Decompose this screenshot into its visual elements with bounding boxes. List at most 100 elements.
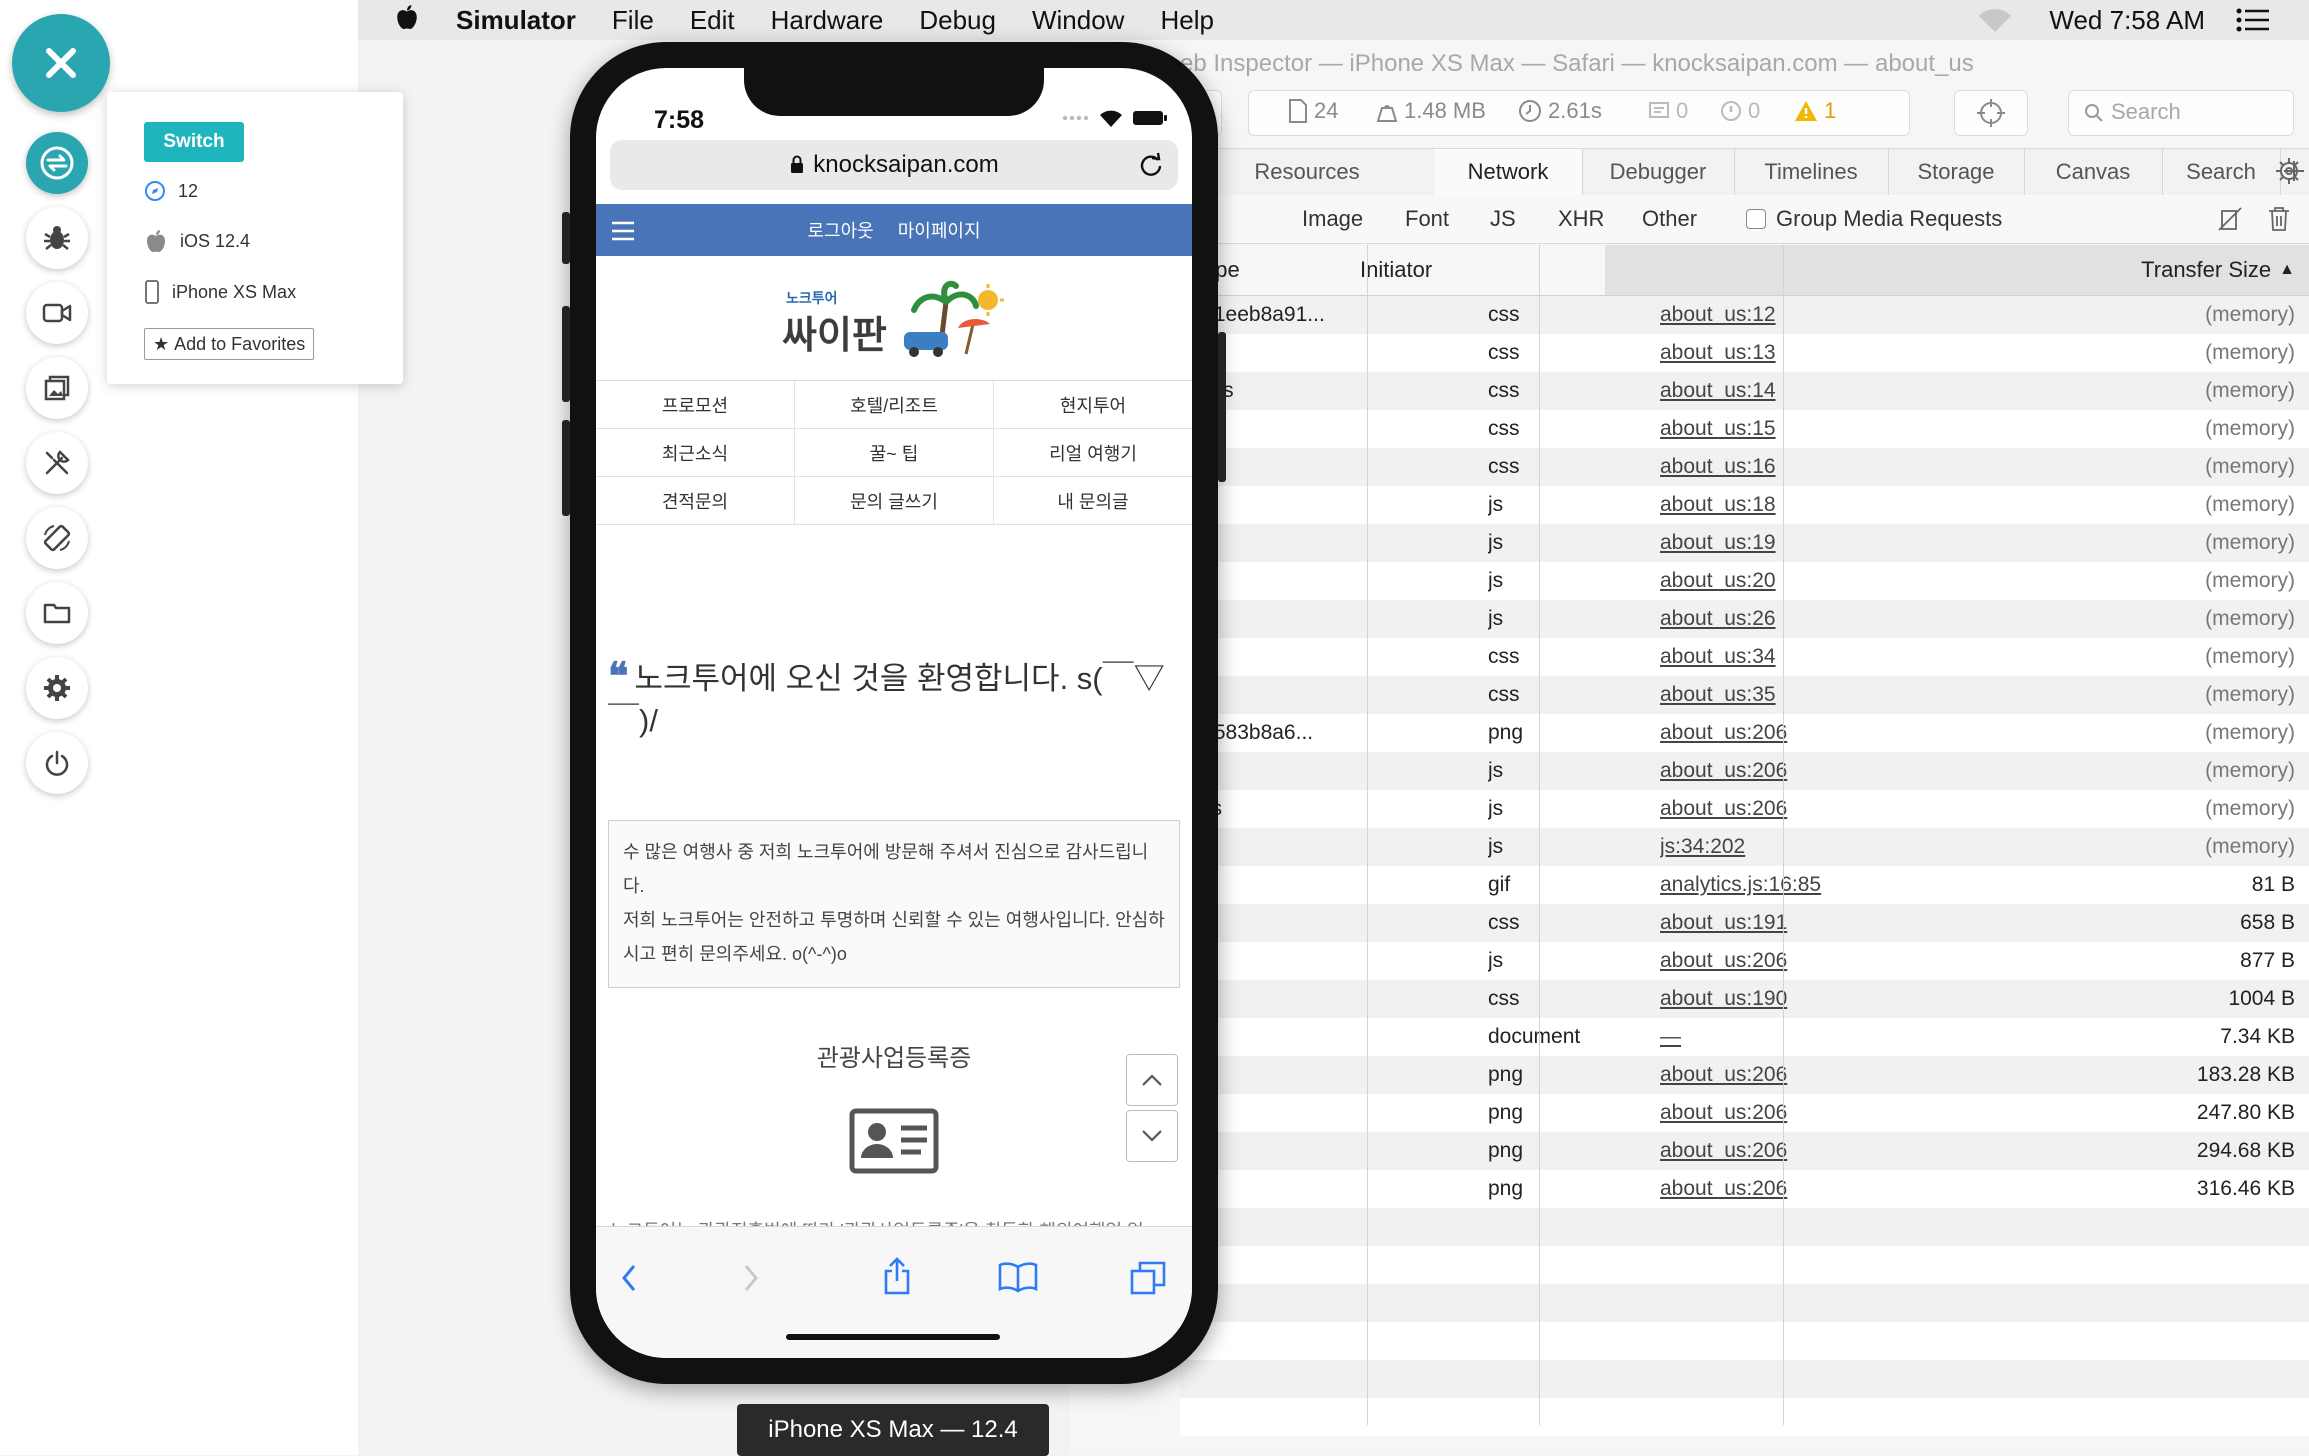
- cell-initiator[interactable]: about_us:20: [1660, 562, 1890, 600]
- table-row[interactable]: js about_us:19 (memory): [1180, 524, 2309, 562]
- table-row[interactable]: css about_us:191 658 B: [1180, 904, 2309, 942]
- table-row[interactable]: js about_us:26 (memory): [1180, 600, 2309, 638]
- add-to-favorites-button[interactable]: ★ Add to Favorites: [144, 328, 315, 360]
- log-count[interactable]: 0: [1648, 98, 1688, 124]
- tabs-icon[interactable]: [1130, 1261, 1166, 1295]
- resource-count[interactable]: 24: [1288, 98, 1338, 124]
- inspector-search-field[interactable]: Search: [2068, 90, 2294, 136]
- cell-initiator[interactable]: about_us:206: [1660, 1132, 1890, 1170]
- table-row[interactable]: png about_us:206 183.28 KB: [1180, 1056, 2309, 1094]
- nav-tips[interactable]: 꿀~ 팁: [795, 429, 994, 477]
- debug-button[interactable]: [26, 207, 88, 269]
- filter-font[interactable]: Font: [1405, 195, 1449, 243]
- menu-window[interactable]: Window: [1032, 5, 1124, 36]
- share-icon[interactable]: [882, 1257, 912, 1295]
- mypage-link[interactable]: 마이페이지: [898, 217, 981, 243]
- error-count[interactable]: 0: [1720, 98, 1760, 124]
- table-row[interactable]: gif analytics.js:16:85 81 B: [1180, 866, 2309, 904]
- cell-initiator[interactable]: about_us:206: [1660, 714, 1890, 752]
- cell-initiator[interactable]: about_us:206: [1660, 1170, 1890, 1208]
- close-button[interactable]: [12, 14, 110, 112]
- switch-button[interactable]: Switch: [144, 122, 244, 162]
- filter-image[interactable]: Image: [1302, 195, 1363, 243]
- inspector-settings-icon[interactable]: [2274, 156, 2304, 191]
- table-row[interactable]: png about_us:206 316.46 KB: [1180, 1170, 2309, 1208]
- nav-local-tour[interactable]: 현지투어: [994, 381, 1192, 429]
- tab-storage[interactable]: Storage: [1888, 149, 2025, 195]
- group-media-checkbox[interactable]: [1746, 209, 1766, 229]
- tab-debugger[interactable]: Debugger: [1582, 149, 1735, 195]
- cell-initiator[interactable]: about_us:206: [1660, 1094, 1890, 1132]
- inspect-element-button[interactable]: [1954, 90, 2028, 136]
- reload-icon[interactable]: [1138, 152, 1164, 178]
- table-row[interactable]: png about_us:206 294.68 KB: [1180, 1132, 2309, 1170]
- resource-size[interactable]: 1.48 MB: [1376, 98, 1486, 124]
- nav-quote-inquiry[interactable]: 견적문의: [596, 477, 795, 525]
- filter-xhr[interactable]: XHR: [1558, 195, 1604, 243]
- tab-resources[interactable]: Resources: [1180, 149, 1435, 195]
- record-video-button[interactable]: [26, 282, 88, 344]
- cell-initiator[interactable]: about_us:26: [1660, 600, 1890, 638]
- cell-initiator[interactable]: about_us:206: [1660, 1056, 1890, 1094]
- menu-hardware[interactable]: Hardware: [771, 5, 884, 36]
- table-row[interactable]: js about_us:18 (memory): [1180, 486, 2309, 524]
- tab-network[interactable]: Network: [1434, 149, 1583, 195]
- cell-initiator[interactable]: analytics.js:16:85: [1660, 866, 1890, 904]
- tab-search[interactable]: Search: [2162, 149, 2281, 195]
- table-row[interactable]: css about_us:190 1004 B: [1180, 980, 2309, 1018]
- screenshot-button[interactable]: [26, 357, 88, 419]
- logout-link[interactable]: 로그아웃: [807, 217, 873, 243]
- files-button[interactable]: [26, 582, 88, 644]
- side-button[interactable]: [1218, 332, 1226, 482]
- table-row[interactable]: css about_us:13 (memory): [1180, 334, 2309, 372]
- apple-menu-icon[interactable]: [394, 2, 420, 39]
- cell-initiator[interactable]: about_us:206: [1660, 752, 1890, 790]
- table-row[interactable]: js about_us:20 (memory): [1180, 562, 2309, 600]
- nav-travel-stories[interactable]: 리얼 여행기: [994, 429, 1192, 477]
- table-row[interactable]: c081eeb8a91... css about_us:12 (memory): [1180, 296, 2309, 334]
- cell-initiator[interactable]: about_us:19: [1660, 524, 1890, 562]
- volume-up-button[interactable]: [562, 306, 570, 402]
- wifi-icon[interactable]: [1975, 6, 2015, 34]
- col-transfer-size[interactable]: Transfer Size ▲: [1605, 245, 2309, 295]
- settings-button[interactable]: [26, 657, 88, 719]
- col-initiator[interactable]: Initiator: [1360, 245, 1432, 295]
- cell-initiator[interactable]: about_us:190: [1660, 980, 1890, 1018]
- mute-switch[interactable]: [562, 212, 570, 264]
- menu-edit[interactable]: Edit: [690, 5, 735, 36]
- table-row[interactable]: css about_us:16 (memory): [1180, 448, 2309, 486]
- table-row[interactable]: png about_us:206 247.80 KB: [1180, 1094, 2309, 1132]
- table-row[interactable]: document — 7.34 KB: [1180, 1018, 2309, 1056]
- forward-icon[interactable]: [742, 1263, 760, 1293]
- site-logo[interactable]: 노크투어 싸이판: [782, 280, 1007, 358]
- volume-down-button[interactable]: [562, 420, 570, 516]
- clear-network-icon[interactable]: [2266, 205, 2292, 238]
- cell-initiator[interactable]: about_us:12: [1660, 296, 1890, 334]
- nav-hotel-resort[interactable]: 호텔/리조트: [795, 381, 994, 429]
- table-row[interactable]: css about_us:15 (memory): [1180, 410, 2309, 448]
- rotate-button[interactable]: [26, 507, 88, 569]
- cell-initiator[interactable]: about_us:35: [1660, 676, 1890, 714]
- cell-initiator[interactable]: —: [1660, 1018, 1890, 1056]
- safari-address-bar[interactable]: knocksaipan.com: [610, 140, 1178, 190]
- table-row[interactable]: le.csscssabout_us:14(memory): [1180, 372, 2309, 410]
- warning-count[interactable]: 1: [1794, 98, 1836, 124]
- nav-write-inquiry[interactable]: 문의 글쓰기: [795, 477, 994, 525]
- cell-initiator[interactable]: about_us:15: [1660, 410, 1890, 448]
- cell-initiator[interactable]: about_us:206: [1660, 790, 1890, 828]
- list-icon[interactable]: [2235, 7, 2271, 33]
- disable-cache-icon[interactable]: [2216, 205, 2244, 238]
- cell-initiator[interactable]: js:34:202: [1660, 828, 1890, 866]
- switch-device-button[interactable]: [26, 132, 88, 194]
- filter-other[interactable]: Other: [1642, 195, 1697, 243]
- cell-initiator[interactable]: about_us:16: [1660, 448, 1890, 486]
- scroll-down-button[interactable]: [1126, 1110, 1178, 1162]
- nav-recent-news[interactable]: 최근소식: [596, 429, 795, 477]
- cell-initiator[interactable]: about_us:34: [1660, 638, 1890, 676]
- table-row[interactable]: css about_us:35 (memory): [1180, 676, 2309, 714]
- scroll-up-button[interactable]: [1126, 1054, 1178, 1106]
- menu-app-name[interactable]: Simulator: [456, 5, 576, 36]
- menu-debug[interactable]: Debug: [919, 5, 996, 36]
- back-icon[interactable]: [620, 1263, 638, 1293]
- table-row[interactable]: 2c4583b8a6... png about_us:206 (memory): [1180, 714, 2309, 752]
